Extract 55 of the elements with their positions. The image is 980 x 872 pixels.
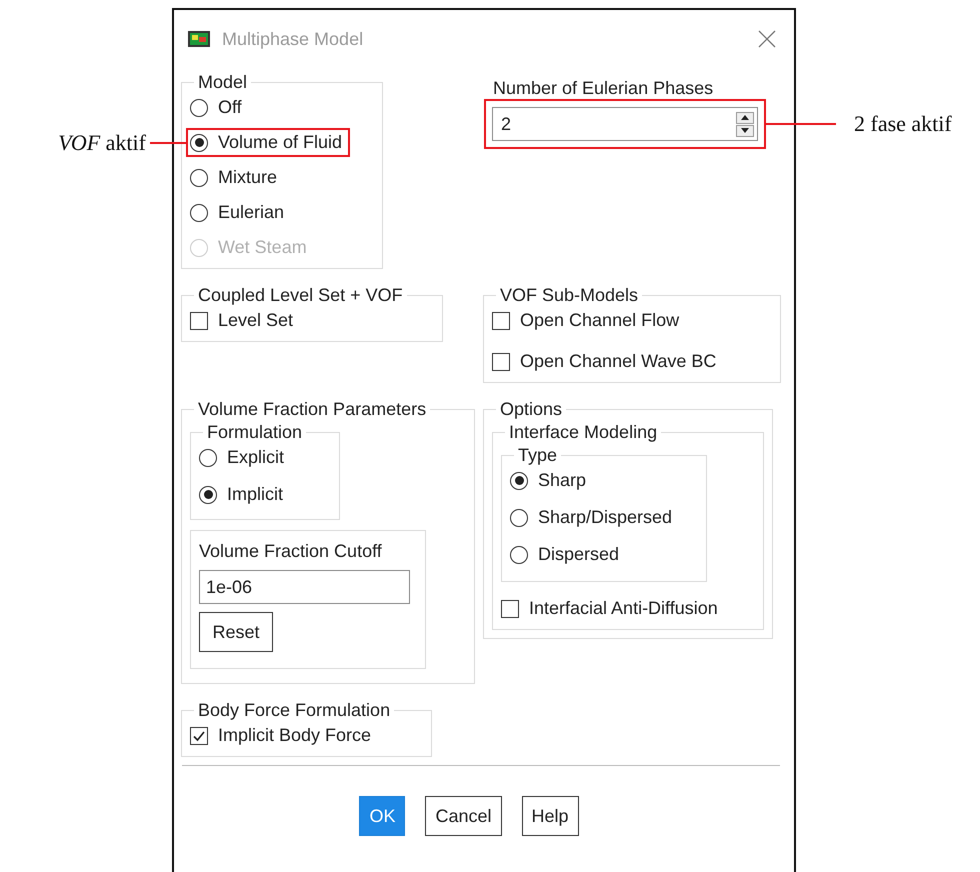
close-icon[interactable] (758, 30, 776, 48)
radio-button[interactable] (510, 546, 528, 564)
checkbox[interactable] (190, 312, 208, 330)
checkbox[interactable] (190, 726, 208, 744)
checkbox[interactable] (492, 312, 510, 330)
group-title: Coupled Level Set + VOF (197, 285, 404, 306)
group-title: Interface Modeling (508, 422, 658, 443)
radio-option[interactable]: Explicit (195, 443, 292, 472)
up-arrow-icon (741, 115, 749, 120)
radio-option[interactable]: Volume of Fluid (186, 128, 350, 157)
group-title: Options (499, 399, 564, 420)
annotation-label: 2 fase aktif (854, 111, 952, 137)
radio-button[interactable] (190, 98, 208, 116)
input-field[interactable]: 1e-06 (199, 570, 410, 604)
radio-button[interactable] (510, 472, 528, 490)
dialog-button[interactable]: Cancel (425, 796, 502, 836)
checkbox[interactable] (501, 600, 519, 618)
checkbox-option[interactable]: Open Channel Flow (488, 306, 688, 335)
radio-button[interactable] (190, 134, 208, 152)
increment-button[interactable] (736, 112, 754, 124)
radio-option[interactable]: Implicit (195, 480, 292, 509)
number-field[interactable]: 2 (492, 107, 758, 141)
checkbox-option[interactable]: Level Set (186, 306, 302, 335)
group-title: VOF Sub-Models (499, 285, 640, 306)
app-icon (188, 31, 210, 47)
radio-button[interactable] (510, 508, 528, 526)
field-label: Number of Eulerian Phases (493, 78, 714, 99)
reset-button[interactable]: Reset (199, 612, 273, 652)
radio-option[interactable]: Eulerian (186, 198, 292, 227)
radio-option[interactable]: Mixture (186, 163, 286, 192)
checkbox[interactable] (492, 352, 510, 370)
leader-line (150, 142, 188, 144)
down-arrow-icon (741, 128, 749, 133)
dialog-button[interactable]: Help (522, 796, 579, 836)
annotation-label: VOF aktif (58, 130, 146, 156)
window-title: Multiphase Model (222, 28, 364, 50)
checkbox-option[interactable]: Interfacial Anti-Diffusion (497, 594, 726, 623)
group-title: Model (197, 72, 248, 93)
radio-button[interactable] (190, 168, 208, 186)
group-title: Formulation (206, 422, 304, 443)
decrement-button[interactable] (736, 124, 754, 136)
radio-option[interactable]: Dispersed (506, 540, 628, 569)
group-title: Volume Fraction Parameters (197, 399, 428, 420)
radio-option[interactable]: Off (186, 93, 250, 122)
radio-button[interactable] (199, 486, 217, 504)
radio-option[interactable]: Sharp (506, 466, 594, 495)
group-title: Type (517, 445, 558, 466)
group-title: Body Force Formulation (197, 700, 392, 721)
radio-button[interactable] (199, 448, 217, 466)
checkbox-option[interactable]: Implicit Body Force (186, 721, 380, 750)
dialog-button[interactable]: OK (359, 796, 406, 836)
checkbox-option[interactable]: Open Channel Wave BC (488, 347, 724, 376)
radio-option[interactable]: Sharp/Dispersed (506, 503, 680, 532)
radio-button[interactable] (190, 204, 208, 222)
field-label: Volume Fraction Cutoff (199, 541, 383, 562)
